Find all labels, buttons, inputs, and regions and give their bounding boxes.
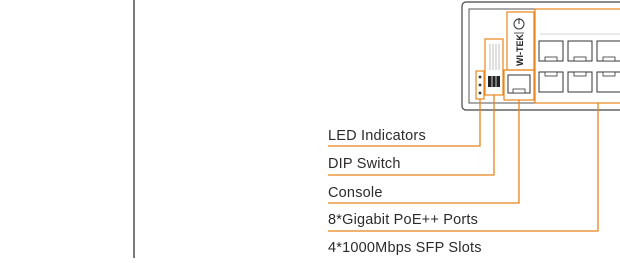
dip-switch-toggles <box>488 76 500 87</box>
switch-front-panel-diagram: WI-TEK <box>133 0 620 258</box>
rj45-port <box>596 40 620 62</box>
callout-poe-ports: 8*Gigabit PoE++ Ports <box>328 212 479 228</box>
callout-console: Console <box>328 185 383 201</box>
rj45-port <box>538 40 564 62</box>
callout-sfp-slots: 4*1000Mbps SFP Slots <box>328 240 482 256</box>
diagram: WI-TEK LED Indicators DIP Switch Console… <box>0 0 620 258</box>
rj45-port <box>596 71 620 93</box>
rj45-port <box>567 71 593 93</box>
callout-led-indicators: LED Indicators <box>328 128 426 144</box>
callout-dip-switch: DIP Switch <box>328 156 401 172</box>
rj45-port <box>538 71 564 93</box>
rj45-port <box>567 40 593 62</box>
led-dot <box>478 91 482 95</box>
led-dot <box>478 83 482 87</box>
brand-logo: WI-TEK <box>515 34 525 66</box>
led-dot <box>478 75 482 79</box>
